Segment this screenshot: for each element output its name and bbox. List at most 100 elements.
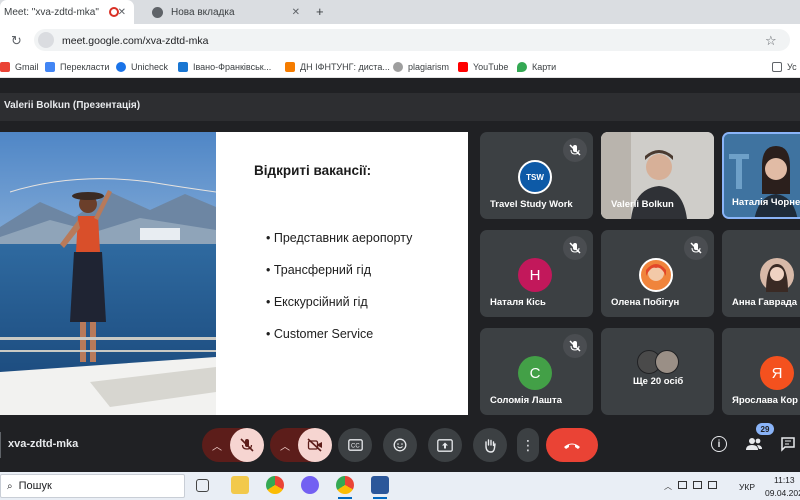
avatar: Н [518,258,552,292]
search-icon: ⌕ [7,480,13,492]
participant-tile-travel-study-work[interactable]: TSW Travel Study Work [480,132,593,219]
active-app-indicator [373,497,387,499]
avatar [760,258,794,292]
chrome-icon[interactable] [336,476,354,494]
participant-name: Valerii Bolkun [611,199,674,210]
more-options-button[interactable]: ⋮ [517,428,539,462]
tab-title: Meet: "xva-zdtd-mka" [4,6,99,18]
raise-hand-icon [485,438,496,453]
avatar [639,258,673,292]
mic-off-icon [563,236,587,260]
chrome-icon[interactable] [266,476,284,494]
mic-off-icon [563,334,587,358]
avatar-text: С [529,364,541,382]
participant-count-badge: 29 [756,423,774,435]
word-icon[interactable] [371,476,389,494]
chevron-up-icon: ︿ [280,441,290,453]
slide-bullet: • Представник аеропорту [266,231,413,245]
participant-name: Наталія Чорне [732,197,800,208]
participant-name: Анна Гаврада [732,297,798,308]
plagiarism-icon [393,62,403,72]
participant-tile-natalia-kis[interactable]: Н Наталя Кісь [480,230,593,317]
raise-hand-button[interactable] [473,428,507,462]
bookmark-label: ДН ІФНТУНГ: диста... [300,62,390,72]
avatar: С [518,356,552,390]
present-screen-icon [437,438,453,452]
clock-date[interactable]: 09.04.202 [765,488,800,498]
participant-tile-valerii-bolkun[interactable]: Valerii Bolkun [601,132,714,219]
bookmark-unicheck[interactable]: Unicheck [116,56,168,78]
slide-bullet: • Екскурсійний гід [266,295,368,309]
maps-icon [517,62,527,72]
participant-tile-solomiia-lashta[interactable]: С Соломія Лашта [480,328,593,415]
url-text: meet.google.com/xva-zdtd-mka [62,35,209,47]
display-icon [678,481,687,489]
camera-off-icon [307,438,322,452]
bookmark-gmail[interactable]: Gmail [0,56,39,78]
participant-tile-more-people[interactable]: Ще 20 осіб [601,328,714,415]
bookmark-ivano-frankivsk[interactable]: Івано-Франківськ... [178,56,271,78]
bookmark-label: Gmail [15,62,39,72]
leave-call-button[interactable] [546,428,598,462]
clock-time[interactable]: 11:13 [774,475,795,485]
document-icon [178,62,188,72]
avatar: Я [760,356,794,390]
bookmark-dn-ifntung[interactable]: ДН ІФНТУНГ: диста... [285,56,390,78]
bookmark-label: Івано-Франківськ... [193,62,272,72]
captions-button[interactable]: CC [338,428,372,462]
mic-toggle-button[interactable] [230,428,264,462]
bookmark-youtube[interactable]: YouTube [458,56,508,78]
bookmark-translate[interactable]: Перекласти [45,56,109,78]
avatar-text: TSW [526,172,544,182]
presentation-slide: Відкриті вакансії: • Представник аеропор… [0,132,468,415]
bookmark-label: plagiarism [408,62,450,72]
camera-toggle-button[interactable] [298,428,332,462]
meeting-info-icon[interactable]: i [711,436,727,452]
participant-tile-olena-pobihun[interactable]: Олена Побігун [601,230,714,317]
bookmark-maps[interactable]: Карти [517,56,556,78]
reload-icon[interactable]: ↻ [11,33,22,49]
volume-icon [708,481,717,489]
participant-tile-anna-havrada[interactable]: Анна Гаврада [722,230,800,317]
reactions-button[interactable] [383,428,417,462]
network-icon [693,481,702,489]
bookmark-star-icon[interactable]: ☆ [765,33,777,49]
participant-name: Ще 20 осіб [633,376,684,387]
university-icon [285,62,295,72]
system-tray-icons[interactable]: ︿ [664,481,734,491]
participant-tile-yaroslava[interactable]: Я Ярослава Кор [722,328,800,415]
divider [0,432,1,458]
new-tab-button[interactable]: + [316,4,324,19]
tab-new[interactable]: Нова вкладка ✕ [148,0,308,24]
slide-bullet: • Трансферний гід [266,263,371,277]
slide-heading: Відкриті вакансії: [254,163,372,178]
mic-off-icon [563,138,587,162]
mic-off-icon [240,438,254,452]
task-view-icon[interactable] [196,479,209,492]
file-explorer-icon[interactable] [231,476,249,494]
present-button[interactable] [428,428,462,462]
people-icon[interactable] [745,436,763,452]
chevron-up-icon: ︿ [212,441,222,453]
bookmark-label: Перекласти [60,62,110,72]
language-indicator[interactable]: УКР [739,482,755,492]
bookmark-other[interactable]: Ус [772,56,797,78]
participant-name: Наталя Кісь [490,297,546,308]
bookmark-label: Ус [787,62,797,72]
youtube-icon [458,62,468,72]
tab-meet[interactable]: Meet: "xva-zdtd-mka" ✕ [0,0,134,24]
meeting-code: xva-zdtd-mka [8,438,79,450]
taskbar-search[interactable]: ⌕ Пошук [0,474,185,498]
chat-icon[interactable] [780,436,796,452]
close-tab-icon[interactable]: ✕ [292,7,300,18]
viber-icon[interactable] [301,476,319,494]
bookmark-label: Карти [532,62,557,72]
chevron-up-icon: ︿ [664,482,672,491]
bookmark-label: Unicheck [131,62,169,72]
bookmark-plagiarism[interactable]: plagiarism [393,56,449,78]
site-info-icon[interactable] [38,32,54,48]
participant-name: Соломія Лашта [490,395,562,406]
participant-tile-nataliia-chorne[interactable]: Наталія Чорне [722,132,800,219]
slide-photo [0,132,216,415]
close-tab-icon[interactable]: ✕ [118,7,126,18]
